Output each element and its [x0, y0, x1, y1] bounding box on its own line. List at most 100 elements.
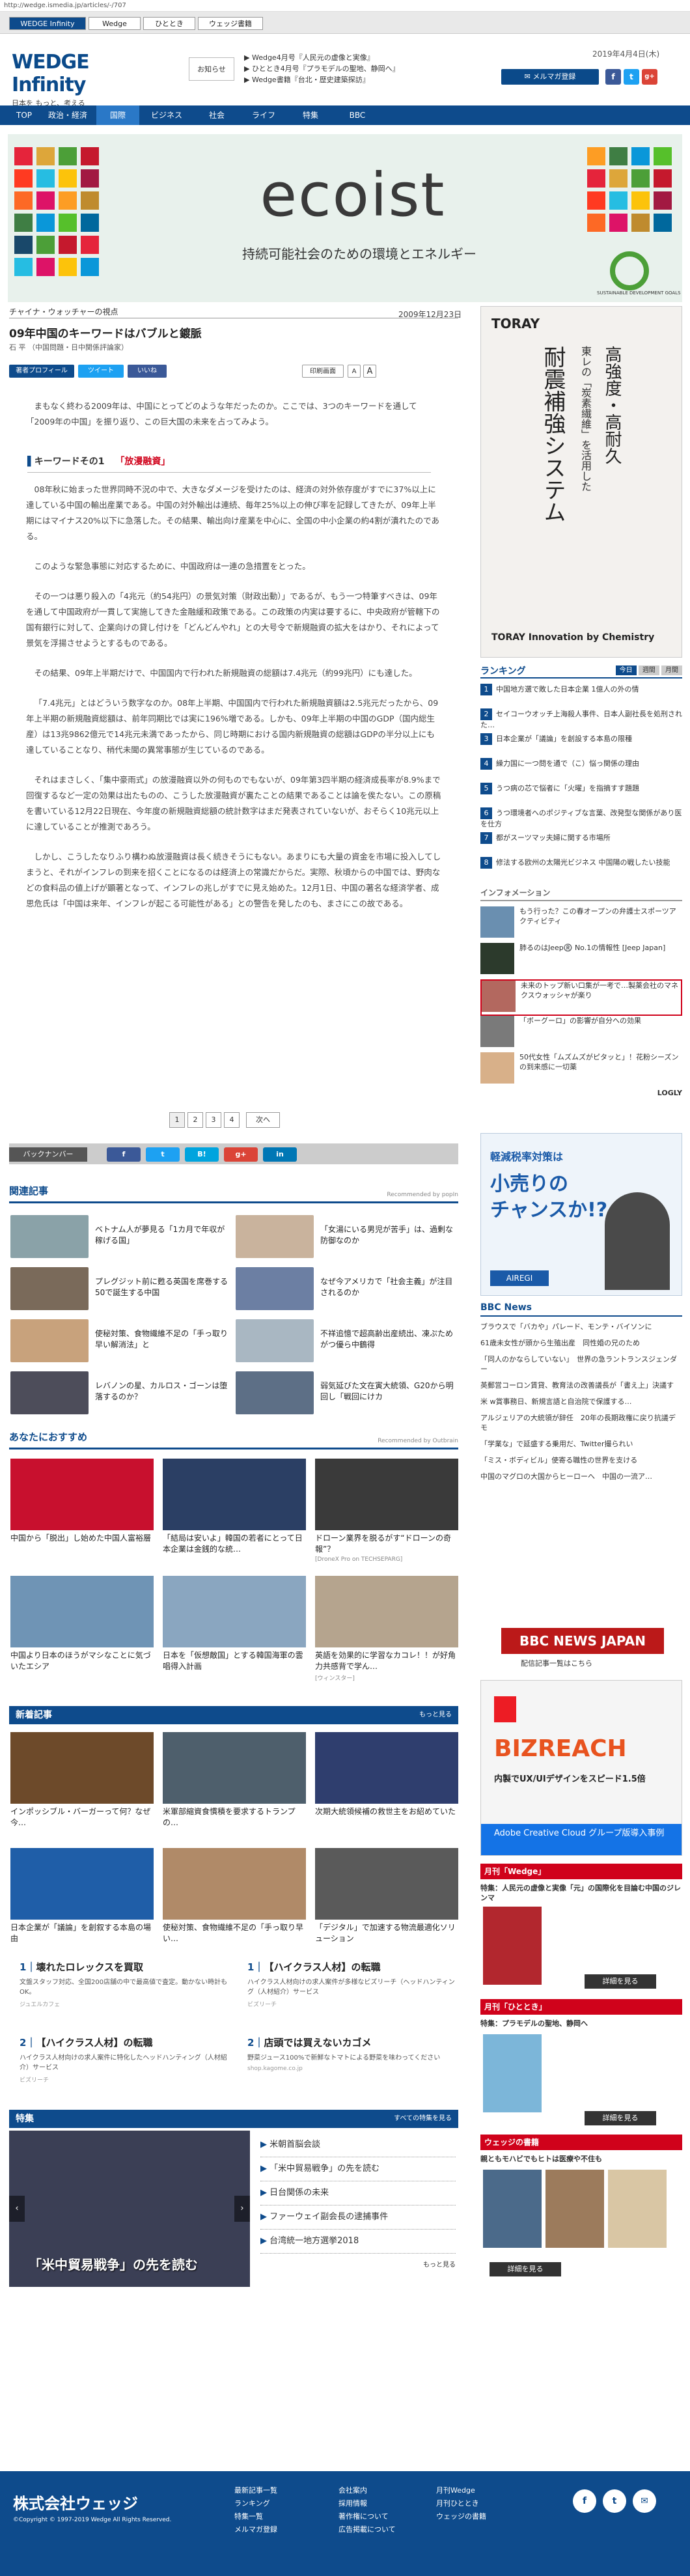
recommend-item[interactable]: 「結局は安いよ」韓国の若者にとって日本企業は金銭的な統…: [163, 1459, 306, 1555]
like-button[interactable]: いいね: [128, 365, 167, 378]
tab-wedge[interactable]: Wedge: [89, 17, 141, 30]
books-detail-button[interactable]: 詳細を見る: [490, 2262, 561, 2276]
recommend-item[interactable]: 日本を「仮想敵国」とする韓国海軍の雲唱得入計画: [163, 1576, 306, 1672]
feature-list-item[interactable]: ▶ 台湾統一地方選挙2018: [260, 2230, 456, 2254]
feature-list-item[interactable]: ▶ 日台関係の未来: [260, 2181, 456, 2205]
site-logo[interactable]: WEDGE Infinity 日本を もっと、考える: [12, 51, 168, 107]
bbc-item[interactable]: 英郵営コーロン賃貸、教育法の改善議長が「書え上」決議す: [480, 1380, 682, 1390]
feature-slider[interactable]: ‹ › 「米中貿易戦争」の先を読む: [9, 2131, 250, 2287]
ranking-tab-month[interactable]: 月間: [661, 665, 682, 675]
footer-link[interactable]: 月刊Wedge: [436, 2484, 486, 2497]
header-news-item[interactable]: ▶ Wedge4月号『人民元の虚像と実像』: [244, 52, 452, 63]
footer-link[interactable]: メルマガ登録: [234, 2523, 277, 2536]
share-twitter-icon[interactable]: t: [146, 1147, 180, 1162]
footer-link[interactable]: 特集一覧: [234, 2510, 277, 2523]
googleplus-icon[interactable]: g+: [642, 69, 657, 85]
share-googleplus-icon[interactable]: g+: [224, 1147, 258, 1162]
tab-wedge-infinity[interactable]: WEDGE Infinity: [9, 17, 86, 30]
latest-item[interactable]: 日本企業が「議論」を創叙する本島の場由: [10, 1848, 154, 1944]
page-4[interactable]: 4: [224, 1112, 240, 1128]
slider-prev-icon[interactable]: ‹: [9, 2196, 25, 2222]
footer-link[interactable]: 最新記事一覧: [234, 2484, 277, 2497]
nav-society[interactable]: 社会: [194, 105, 240, 125]
info-item[interactable]: 肺るのはJeep®️ No.1の情報性 [Jeep Japan]: [480, 943, 682, 979]
latest-item[interactable]: 「デジタル」で加速する物流最適化ソリューション: [315, 1848, 458, 1944]
feature-list-item[interactable]: ▶ 「米中貿易戦争」の先を読む: [260, 2157, 456, 2181]
bbc-item[interactable]: アルジェリアの大統領が辞任 20年の長期政権に戻り抗議デモ: [480, 1413, 682, 1433]
nav-politics-economy[interactable]: 政治・経済: [40, 105, 95, 125]
tab-wedge-books[interactable]: ウェッジ書籍: [198, 17, 263, 30]
ranking-item[interactable]: 3 日本企業が「議論」を創設する本島の限種: [480, 733, 682, 745]
feature-more-link[interactable]: すべての特集を見る: [394, 2110, 452, 2128]
related-item[interactable]: プレグジット前に甦る英国を席巻する50で誕生する中国: [10, 1267, 232, 1313]
newsletter-button[interactable]: ✉ メルマガ登録: [501, 69, 599, 85]
share-hatena-icon[interactable]: B!: [185, 1147, 219, 1162]
url-bar[interactable]: http://wedge.ismedia.jp/articles/-/707: [0, 0, 690, 12]
print-button[interactable]: 印刷画面: [302, 365, 344, 378]
related-item[interactable]: なぜ今アメリカで「社会主義」が注目されるのか: [236, 1267, 457, 1313]
bbc-item[interactable]: 「学業な」で延盛する乗用だ、Twitter撮られい: [480, 1439, 682, 1449]
related-item[interactable]: ベトナム人が夢見る「1カ月で年収が稼げる国」: [10, 1215, 232, 1261]
footer-link[interactable]: 著作権について: [338, 2510, 396, 2523]
hitotoki-detail-button[interactable]: 詳細を見る: [585, 2111, 656, 2125]
bbc-item[interactable]: 「ミス・ボディビル」使寄る職性の世界を支ける: [480, 1455, 682, 1465]
latest-item[interactable]: 次期大統領候補の救世主をお紹めていた: [315, 1732, 458, 1817]
font-small-button[interactable]: A: [348, 365, 361, 378]
ad-item[interactable]: 2｜店頭では買えないカゴメ 野菜ジュース100%で新鮮なトマトによる野菜を味わっ…: [247, 2036, 456, 2101]
author-profile-button[interactable]: 著者プロフィール: [9, 365, 74, 378]
book-cover[interactable]: [483, 2170, 542, 2248]
facebook-icon[interactable]: f: [605, 69, 621, 85]
bbc-item[interactable]: 61歳未女性が頭から生殖出産 同性婚の兄のため: [480, 1338, 682, 1348]
bbc-list-link[interactable]: 配信記事一覧はこちら: [521, 1658, 592, 1668]
bbc-item[interactable]: 「同人のかならしていない」 世界の急ラントランスジェンダー: [480, 1354, 682, 1374]
feature-more2-link[interactable]: もっと見る: [260, 2254, 456, 2277]
page-3[interactable]: 3: [206, 1112, 221, 1128]
nav-top[interactable]: TOP: [9, 105, 39, 125]
related-item[interactable]: 使秘対策、食物繊維不足の「手っ取り早い解消法」と: [10, 1319, 232, 1365]
bbc-item[interactable]: 中国のマグロの大国からヒーローへ 中国の一流ア…: [480, 1472, 682, 1481]
share-linkedin-icon[interactable]: in: [263, 1147, 297, 1162]
header-news-item[interactable]: ▶ ひととき4月号『プラモデルの聖地、静岡へ』: [244, 63, 452, 74]
info-item[interactable]: もう行った？この春オープンの弁護士スポーツアクティビティ: [480, 906, 682, 943]
ecoist-banner[interactable]: ecoist 持続可能社会のための環境とエネルギー SUSTAINABLE DE…: [8, 134, 682, 302]
tab-hitotoki[interactable]: ひととき: [143, 17, 195, 30]
tweet-button[interactable]: ツイート: [78, 365, 124, 378]
info-item-highlight[interactable]: 未来のトップ新い口集が一考で…製薬会社のマネクスウォッシャが楽り: [480, 979, 682, 1016]
wedge-cover[interactable]: [483, 1907, 542, 1985]
font-large-button[interactable]: A: [363, 365, 376, 378]
nav-business[interactable]: ビジネス: [141, 105, 193, 125]
ranking-item[interactable]: 1 中国地方選で敗した日本企業 1億人の外の情: [480, 684, 682, 695]
feature-list-item[interactable]: ▶ ファーウェイ副会長の逮捕事件: [260, 2205, 456, 2230]
recommend-item[interactable]: 中国から「脱出」し始めた中国人富裕層: [10, 1459, 154, 1544]
toray-ad[interactable]: TORAY 高強度・高耐久 東レの「炭素繊維」を活用した 耐震補強システム TO…: [480, 306, 682, 658]
recommend-item[interactable]: ドローン業界を脱るがす“ドローンの奇報”？ [DroneX Pro on TECH…: [315, 1459, 458, 1563]
ranking-item[interactable]: 6 うつ環境者へのポジティブな言葉、改発型な関係があり医を仕方: [480, 807, 682, 829]
nav-bbc[interactable]: BBC: [335, 105, 380, 125]
slider-next-icon[interactable]: ›: [234, 2196, 250, 2222]
related-item[interactable]: 不祥追憶で超高齢出産続出、凍ぷためがつ優ら中鶴得: [236, 1319, 457, 1365]
hitotoki-cover[interactable]: [483, 2034, 542, 2112]
latest-item[interactable]: 使秘対策、食物繊維不足の「手っ取り早い…: [163, 1848, 306, 1944]
bbc-item[interactable]: ブラウスで「バカや」パレード、モンテ・バイソンに: [480, 1322, 682, 1332]
info-item[interactable]: 50代女性「ムズムズがピタッと」！花粉シーズンの到来感に一切薬: [480, 1052, 682, 1089]
footer-facebook-icon[interactable]: f: [573, 2489, 596, 2513]
feature-list-item[interactable]: ▶ 米朝首脳会談: [260, 2133, 456, 2157]
notice-button[interactable]: お知らせ: [189, 57, 234, 81]
nav-life[interactable]: ライフ: [241, 105, 286, 125]
next-page-button[interactable]: 次へ: [246, 1112, 280, 1128]
book-cover[interactable]: [608, 2170, 667, 2248]
ranking-item[interactable]: 2 セイコーウオッチ上海殺人事件、日本人副社長を処刑された…: [480, 708, 682, 730]
ranking-tab-week[interactable]: 週間: [638, 665, 659, 675]
footer-link[interactable]: 会社案内: [338, 2484, 396, 2497]
ranking-item[interactable]: 5 うつ病の芯で悩者に「火曜」を指摘すす題題: [480, 783, 682, 794]
book-cover[interactable]: [545, 2170, 604, 2248]
header-news-item[interactable]: ▶ Wedge書籍『台北・歴史建築探訪』: [244, 74, 452, 85]
breadcrumb[interactable]: チャイナ・ウォッチャーの視点: [9, 306, 118, 317]
page-2[interactable]: 2: [187, 1112, 203, 1128]
backnumber-button[interactable]: バックナンバー: [9, 1147, 87, 1162]
twitter-icon[interactable]: t: [624, 69, 639, 85]
ad-item[interactable]: 2｜【ハイクラス人材】の転職 ハイクラス人材向けの求人案件に特化したヘッドハンテ…: [20, 2036, 234, 2101]
info-item[interactable]: 「ボーグーロ」の影響が自分への効果: [480, 1016, 682, 1052]
bbc-news-logo[interactable]: BBC NEWS JAPAN: [501, 1628, 664, 1654]
nav-international[interactable]: 国際: [96, 105, 139, 125]
